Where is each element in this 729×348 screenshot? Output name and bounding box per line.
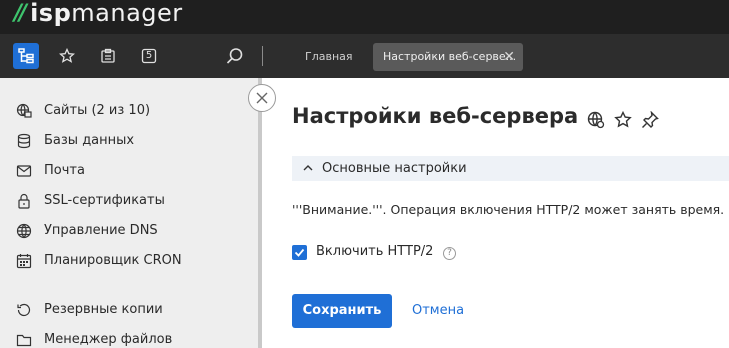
section-title: Основные настройки: [322, 161, 467, 176]
sidebar-item-mail[interactable]: Почта: [0, 156, 258, 186]
lock-icon: [18, 193, 30, 209]
http2-checkbox[interactable]: [292, 245, 307, 260]
sidebar-item-label: Почта: [44, 163, 85, 178]
sidebar: Сайты (2 из 10) Базы данных Почта SSL-се…: [0, 78, 258, 348]
tab-label: Настройки веб-серве...: [383, 50, 517, 63]
sidebar-item-sites[interactable]: Сайты (2 из 10): [0, 96, 258, 126]
sidebar-item-label: Управление DNS: [44, 223, 158, 238]
close-icon: [256, 92, 268, 104]
globe-settings-icon[interactable]: [587, 111, 605, 129]
logo-text: ispmanager: [30, 0, 183, 27]
sidebar-item-label: Резервные копии: [44, 302, 163, 317]
sidebar-item-ssl[interactable]: SSL-сертификаты: [0, 186, 258, 216]
sidebar-item-label: Базы данных: [44, 133, 135, 148]
checkmark-icon: [294, 248, 305, 257]
ispmanager-logo[interactable]: // ispmanager: [14, 0, 183, 30]
calendar-icon: [16, 254, 32, 269]
collapse-sidebar-button[interactable]: [248, 84, 276, 112]
sidebar-divider[interactable]: [258, 78, 262, 348]
sidebar-item-label: Планировщик CRON: [44, 253, 182, 268]
sidebar-item-backups[interactable]: Резервные копии: [0, 295, 258, 325]
sidebar-item-label: Сайты (2 из 10): [44, 103, 151, 118]
logo-isp: isp: [30, 0, 72, 27]
section-header[interactable]: Основные настройки: [292, 156, 729, 181]
cancel-button[interactable]: Отмена: [412, 294, 464, 328]
globe-icon: [16, 103, 32, 118]
sidebar-item-label: Менеджер файлов: [44, 332, 173, 347]
star-icon[interactable]: [54, 43, 80, 69]
page-title: Настройки веб-сервера: [292, 104, 579, 128]
app-header: // ispmanager: [0, 0, 729, 34]
tab-home[interactable]: Главная: [305, 48, 353, 66]
toolbar-divider: [262, 46, 263, 66]
sidebar-item-label: SSL-сертификаты: [44, 193, 165, 208]
dns-globe-icon: [16, 223, 32, 239]
sitemap-icon[interactable]: [13, 43, 39, 69]
pin-icon[interactable]: [641, 111, 659, 129]
sidebar-item-cron[interactable]: Планировщик CRON: [0, 246, 258, 276]
chevron-up-icon: [303, 165, 313, 171]
star-icon[interactable]: [614, 111, 632, 129]
logo-slashes: //: [14, 0, 27, 26]
http2-checkbox-label[interactable]: Включить HTTP/2: [316, 244, 433, 259]
search-icon[interactable]: [222, 43, 248, 69]
tab-web-server-settings[interactable]: Настройки веб-серве... ✕: [373, 43, 523, 71]
toolbar: 5 Главная Настройки веб-серве... ✕: [0, 34, 729, 78]
sidebar-item-dns[interactable]: Управление DNS: [0, 216, 258, 246]
notification-counter-icon[interactable]: 5: [136, 43, 162, 69]
sidebar-item-files[interactable]: Менеджер файлов: [0, 325, 258, 348]
folder-icon: [16, 334, 32, 347]
backup-icon: [17, 303, 31, 317]
notice-text: '''Внимание.'''. Операция включения HTTP…: [292, 202, 725, 217]
mail-icon: [16, 165, 32, 177]
save-button[interactable]: Сохранить: [292, 294, 392, 328]
clipboard-icon[interactable]: [95, 43, 121, 69]
sidebar-item-databases[interactable]: Базы данных: [0, 126, 258, 156]
logo-manager: manager: [71, 0, 183, 27]
database-icon: [17, 133, 31, 149]
help-icon[interactable]: ?: [443, 247, 456, 260]
notification-count: 5: [145, 50, 153, 61]
close-icon[interactable]: ✕: [503, 43, 515, 71]
